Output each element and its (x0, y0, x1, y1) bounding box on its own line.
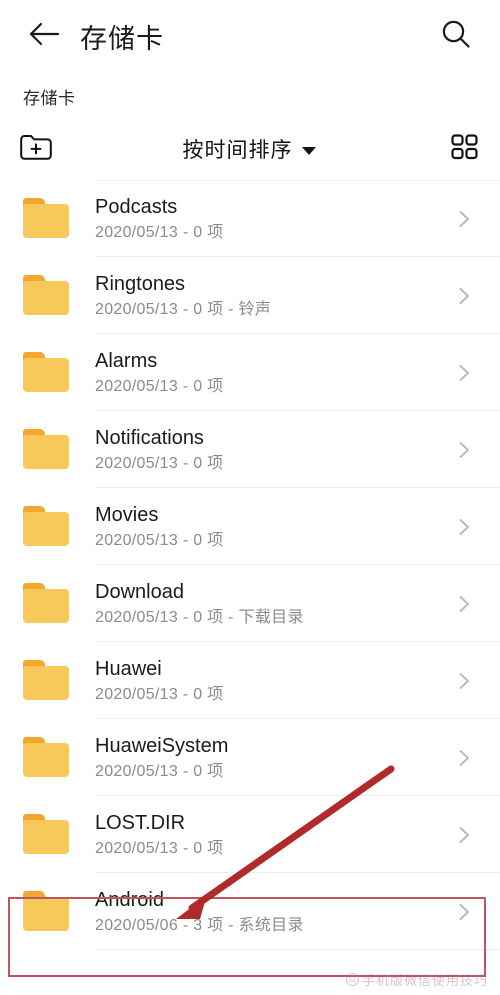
row-text: Android 2020/05/06 - 3 项 - 系统目录 (95, 888, 452, 936)
new-folder-button[interactable] (18, 126, 70, 172)
folder-name: Alarms (95, 349, 158, 372)
page-title: 存储卡 (80, 23, 164, 54)
sort-label: 按时间排序 (182, 139, 293, 162)
chevron-right-icon (452, 823, 476, 847)
folder-meta: 2020/05/06 - 3 项 - 系统目录 (95, 916, 304, 934)
row-text: HuaweiSystem 2020/05/13 - 0 项 (95, 734, 452, 782)
folder-name: Download (95, 580, 184, 603)
folder-icon (22, 198, 72, 239)
table-row[interactable]: Ringtones 2020/05/13 - 0 项 - 铃声 (0, 257, 500, 334)
table-row[interactable]: Podcasts 2020/05/13 - 0 项 (0, 180, 500, 257)
chevron-right-icon (452, 746, 476, 770)
row-text: Download 2020/05/13 - 0 项 - 下载目录 (95, 580, 452, 628)
breadcrumb: 存储卡 (0, 72, 500, 118)
list-toolbar: 按时间排序 (0, 118, 500, 180)
folder-meta: 2020/05/13 - 0 项 - 铃声 (95, 300, 272, 318)
folder-meta: 2020/05/13 - 0 项 (95, 454, 224, 472)
chevron-right-icon (452, 361, 476, 385)
folder-name: Notifications (95, 426, 204, 449)
folder-icon (22, 583, 72, 624)
folder-meta: 2020/05/13 - 0 项 - 下载目录 (95, 608, 304, 626)
table-row[interactable]: Alarms 2020/05/13 - 0 项 (0, 334, 500, 411)
folder-meta: 2020/05/13 - 0 项 (95, 531, 224, 549)
folder-meta: 2020/05/13 - 0 项 (95, 223, 224, 241)
chevron-right-icon (452, 515, 476, 539)
table-row[interactable]: Download 2020/05/13 - 0 项 - 下载目录 (0, 565, 500, 642)
folder-meta: 2020/05/13 - 0 项 (95, 762, 224, 780)
back-arrow-icon (27, 19, 61, 54)
table-row[interactable]: Movies 2020/05/13 - 0 项 (0, 488, 500, 565)
folder-name: Ringtones (95, 272, 186, 295)
chevron-right-icon (452, 284, 476, 308)
watermark-badge-icon: 公 (345, 973, 359, 986)
breadcrumb-item-0[interactable]: 存储卡 (23, 89, 76, 108)
back-button[interactable] (24, 16, 64, 56)
chevron-right-icon (452, 592, 476, 616)
search-button[interactable] (434, 14, 478, 58)
folder-name: LOST.DIR (95, 811, 186, 834)
row-text: Ringtones 2020/05/13 - 0 项 - 铃声 (95, 272, 452, 320)
watermark: 公 手机版微信使用技巧 (345, 970, 488, 989)
folder-icon (22, 429, 72, 470)
row-text: Alarms 2020/05/13 - 0 项 (95, 349, 452, 397)
table-row[interactable]: LOST.DIR 2020/05/13 - 0 项 (0, 796, 500, 873)
chevron-down-icon (301, 146, 316, 155)
folder-icon (22, 506, 72, 547)
folder-name: Movies (95, 503, 159, 526)
row-text: Huawei 2020/05/13 - 0 项 (95, 657, 452, 705)
chevron-right-icon (452, 207, 476, 231)
folder-icon (22, 814, 72, 855)
chevron-right-icon (452, 669, 476, 693)
row-text: Notifications 2020/05/13 - 0 项 (95, 426, 452, 474)
folder-icon (22, 275, 72, 316)
table-row[interactable]: Notifications 2020/05/13 - 0 项 (0, 411, 500, 488)
table-row[interactable]: Android 2020/05/06 - 3 项 - 系统目录 (0, 873, 500, 950)
file-manager-screen: 存储卡 存储卡 按时间排序 Podcasts 2020/05/13 - 0 项 … (0, 0, 500, 995)
folder-icon (22, 660, 72, 701)
folder-meta: 2020/05/13 - 0 项 (95, 685, 224, 703)
folder-icon (22, 352, 72, 393)
folder-name: HuaweiSystem (95, 734, 229, 757)
folder-icon (22, 737, 72, 778)
app-bar: 存储卡 (0, 0, 500, 72)
folder-name: Android (95, 888, 164, 911)
view-mode-button[interactable] (428, 126, 480, 172)
search-icon (439, 17, 473, 56)
new-folder-icon (18, 131, 54, 168)
chevron-right-icon (452, 900, 476, 924)
chevron-right-icon (452, 438, 476, 462)
folder-icon (22, 891, 72, 932)
table-row[interactable]: HuaweiSystem 2020/05/13 - 0 项 (0, 719, 500, 796)
table-row[interactable]: Huawei 2020/05/13 - 0 项 (0, 642, 500, 719)
grid-view-icon (448, 131, 480, 168)
folder-meta: 2020/05/13 - 0 项 (95, 839, 224, 857)
row-text: Movies 2020/05/13 - 0 项 (95, 503, 452, 551)
folder-name: Podcasts (95, 195, 178, 218)
row-text: Podcasts 2020/05/13 - 0 项 (95, 195, 452, 243)
row-text: LOST.DIR 2020/05/13 - 0 项 (95, 811, 452, 859)
folder-name: Huawei (95, 657, 162, 680)
folder-list: Podcasts 2020/05/13 - 0 项 Ringtones 2020… (0, 180, 500, 950)
watermark-text: 手机版微信使用技巧 (361, 973, 488, 988)
sort-selector[interactable]: 按时间排序 (70, 134, 428, 164)
folder-meta: 2020/05/13 - 0 项 (95, 377, 224, 395)
